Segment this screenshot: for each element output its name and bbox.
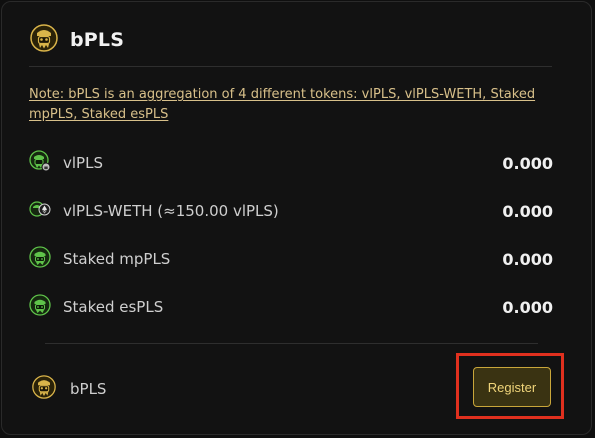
header-divider [29,66,552,67]
token-label: Staked esPLS [63,298,164,316]
card-header: bPLS [30,24,124,56]
token-row-vlpls: vlPLS 0.000 [29,150,553,176]
token-label: vlPLS [63,154,103,172]
footer-label: bPLS [70,380,107,398]
token-row-staked-mppls: Staked mpPLS 0.000 [29,246,553,272]
espls-icon [29,294,51,320]
card-title: bPLS [70,29,125,51]
token-label: vlPLS-WETH (≈150.00 vlPLS) [63,202,279,220]
token-value: 0.000 [502,297,553,317]
token-value: 0.000 [502,249,553,269]
bpls-gold-icon [30,24,58,56]
vlpls-weth-icon [29,198,51,224]
aggregation-note: Note: bPLS is an aggregation of 4 differ… [29,87,536,122]
bpls-gold-icon [32,375,56,403]
footer-divider [45,343,538,344]
token-row-vlpls-weth: vlPLS-WETH (≈150.00 vlPLS) 0.000 [29,199,553,223]
token-label: Staked mpPLS [63,250,171,268]
token-value: 0.000 [502,153,553,173]
card-footer: bPLS [32,375,107,403]
token-value: 0.000 [502,201,553,221]
token-row-staked-espls: Staked esPLS 0.000 [29,294,553,320]
vlpls-icon [29,150,51,176]
register-button[interactable]: Register [473,367,551,407]
mppls-icon [29,246,51,272]
